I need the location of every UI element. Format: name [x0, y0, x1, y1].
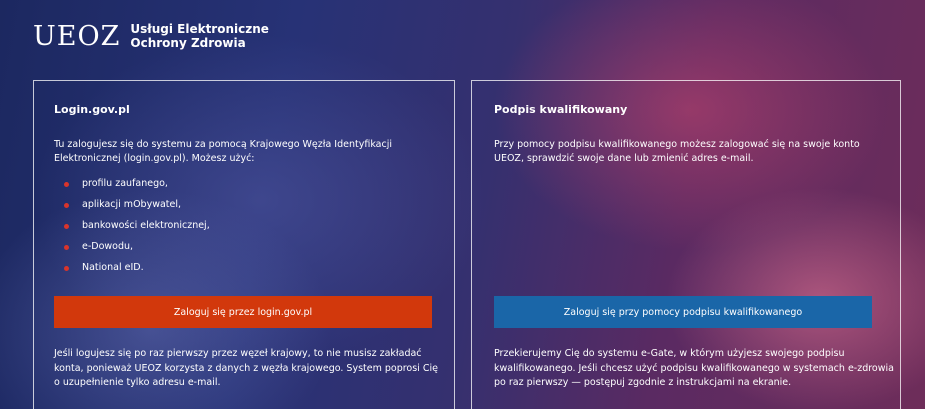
qualified-signature-footer: Przekierujemy Cię do systemu e-Gate, w k…: [494, 348, 894, 388]
option-label: bankowości elektronicznej,: [82, 220, 210, 231]
logo-text-line2: Ochrony Zdrowia: [130, 36, 246, 50]
qualified-signature-button[interactable]: Zaloguj się przy pomocy podpisu kwalifik…: [494, 296, 872, 328]
ueoz-logo[interactable]: UEOZ Usługi Elektroniczne Ochrony Zdrowi…: [33, 22, 269, 50]
list-item: National eID.: [54, 261, 210, 282]
logo-mark: UEOZ: [33, 20, 121, 52]
login-gov-panel: Login.gov.pl Tu zalogujesz się do system…: [33, 80, 455, 410]
bullet-icon: [64, 182, 69, 187]
login-gov-description: Tu zalogujesz się do systemu za pomocą K…: [54, 139, 392, 164]
login-options-list: profilu zaufanego, aplikacji mObywatel, …: [54, 177, 210, 282]
logo-text-line1: Usługi Elektroniczne: [130, 22, 269, 36]
login-page: UEOZ Usługi Elektroniczne Ochrony Zdrowi…: [0, 0, 925, 417]
qualified-signature-title: Podpis kwalifikowany: [494, 103, 628, 116]
list-item: profilu zaufanego,: [54, 177, 210, 198]
login-gov-title: Login.gov.pl: [54, 103, 130, 116]
list-item: bankowości elektronicznej,: [54, 219, 210, 240]
bullet-icon: [64, 203, 69, 208]
logo-text: Usługi Elektroniczne Ochrony Zdrowia: [130, 22, 269, 50]
option-label: aplikacji mObywatel,: [82, 199, 182, 210]
option-label: e-Dowodu,: [82, 241, 134, 252]
login-gov-footer: Jeśli logujesz się po raz pierwszy przez…: [54, 348, 438, 388]
qualified-signature-panel: Podpis kwalifikowany Przy pomocy podpisu…: [471, 80, 901, 410]
list-item: e-Dowodu,: [54, 240, 210, 261]
list-item: aplikacji mObywatel,: [54, 198, 210, 219]
bullet-icon: [64, 266, 69, 271]
login-gov-button[interactable]: Zaloguj się przez login.gov.pl: [54, 296, 432, 328]
option-label: profilu zaufanego,: [82, 178, 168, 189]
bullet-icon: [64, 224, 69, 229]
bullet-icon: [64, 245, 69, 250]
qualified-signature-description: Przy pomocy podpisu kwalifikowanego może…: [494, 139, 860, 164]
option-label: National eID.: [82, 262, 144, 273]
